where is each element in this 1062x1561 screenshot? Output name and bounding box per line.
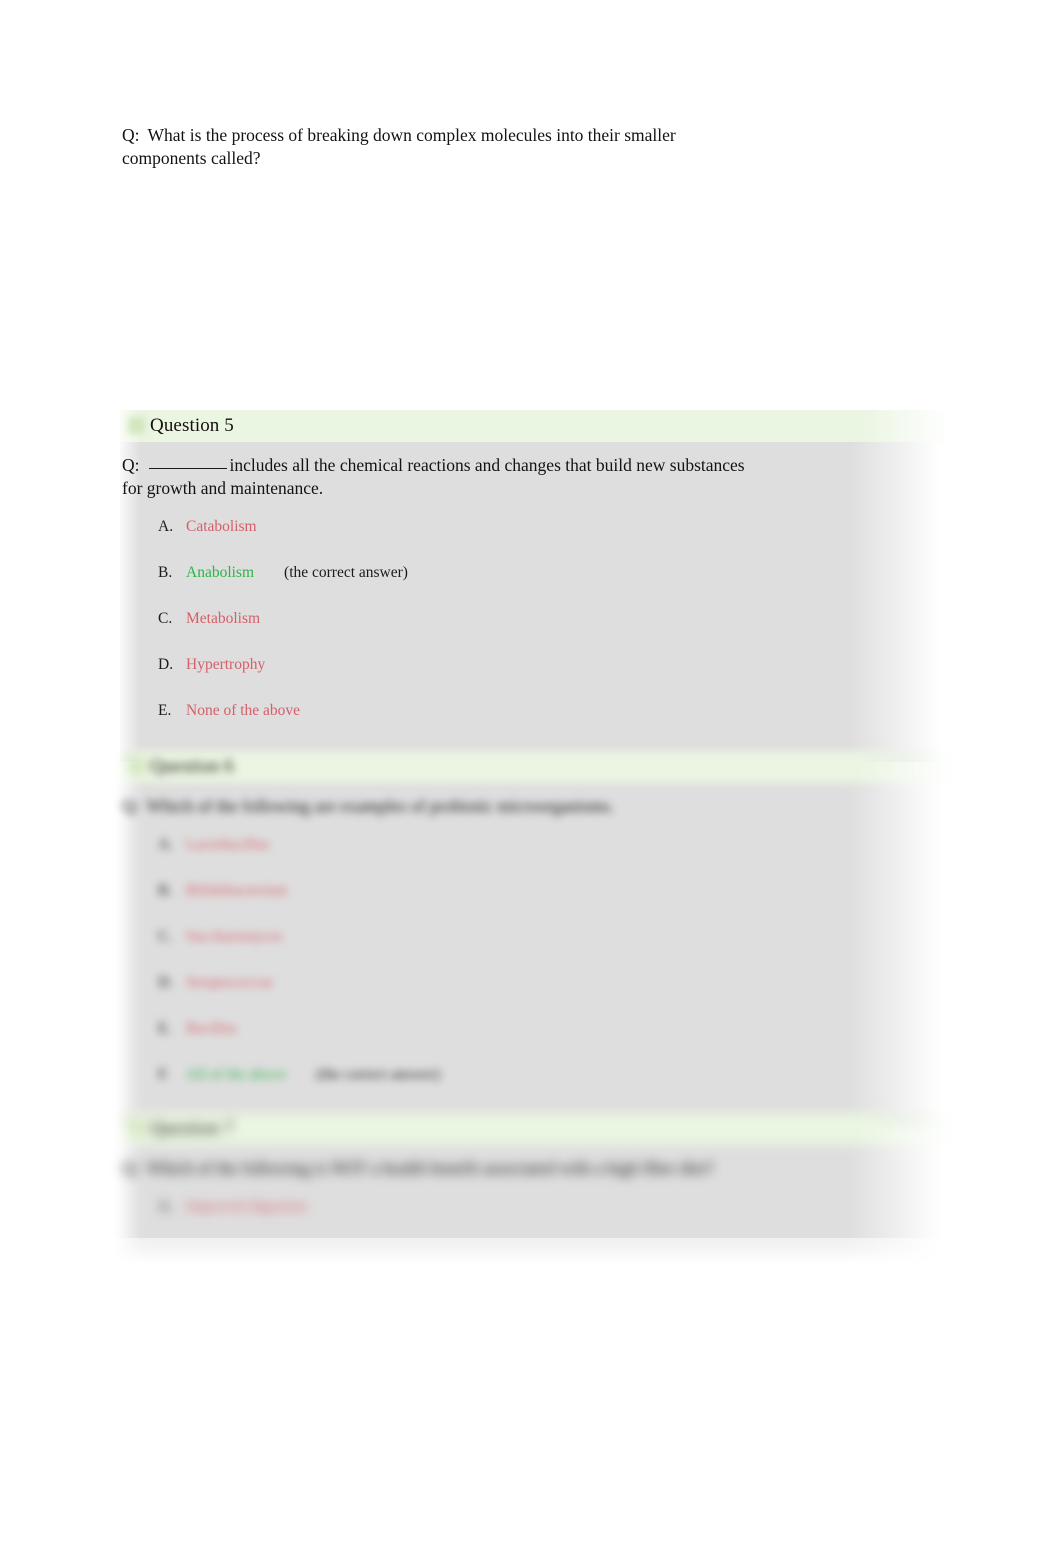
answer-option: B. Anabolism (the correct answer) (120, 564, 950, 610)
question-text: Q: includes all the chemical reactions an… (120, 442, 762, 500)
question-header: Question 5 (120, 410, 950, 442)
answer-option: D. Streptococcus (120, 974, 950, 1020)
question-text: Q: Which of the following is NOT a health… (120, 1145, 762, 1180)
answer-options: A. Lactobacillus B. Bifidobacterium C. Saccha… (120, 818, 950, 1126)
option-letter: F. (158, 1065, 170, 1083)
intro-question: Q: What is the process of breaking down c… (122, 124, 762, 170)
question-text-body: Which of the following is NOT a health b… (146, 1158, 714, 1178)
question-label: Q: (122, 455, 140, 475)
question-label: Q: (122, 125, 140, 145)
option-text-correct: All of the above (186, 1065, 287, 1083)
answer-option: E. None of the above (120, 702, 950, 748)
question-body: Q: includes all the chemical reactions an… (120, 442, 950, 762)
option-letter: D. (158, 973, 174, 991)
option-text-incorrect: Streptococcus (186, 973, 273, 991)
fill-in-blank (148, 468, 227, 469)
answer-option: C. Metabolism (120, 610, 950, 656)
option-text-incorrect: None of the above (186, 701, 301, 719)
option-letter: A. (158, 1197, 174, 1215)
question-bullet-icon (128, 758, 145, 775)
correct-answer-note: (the correct answer) (316, 1065, 441, 1083)
question-block: Question 7 Q: Which of the following is NO… (0, 1113, 1062, 1258)
option-letter: C. (158, 609, 173, 627)
intro-question-text: What is the process of breaking down com… (122, 125, 676, 169)
answer-option: A. Lactobacillus (120, 836, 950, 882)
question-title: Question 6 (150, 756, 234, 777)
question-body: Q: Which of the following is NOT a health… (120, 1145, 950, 1258)
option-text-incorrect: Catabolism (186, 517, 257, 535)
option-text-correct: Anabolism (186, 563, 255, 581)
option-letter: D. (158, 655, 174, 673)
option-text-incorrect: Improved digestion (186, 1197, 307, 1215)
option-text-incorrect: Bacillus (186, 1019, 237, 1037)
question-block: Question 6 Q: Which of the following are e… (0, 751, 1062, 1126)
answer-option: B. Bifidobacterium (120, 882, 950, 928)
question-text-body: includes all the chemical reactions and … (122, 455, 745, 498)
question-text: Q: Which of the following are examples of… (120, 783, 762, 818)
option-letter: B. (158, 563, 173, 581)
document-page: Q: What is the process of breaking down c… (0, 0, 1062, 1561)
option-letter: E. (158, 701, 172, 719)
answer-option: F. All of the above (the correct answer) (120, 1066, 950, 1112)
option-text-incorrect: Lactobacillus (186, 835, 270, 853)
question-label: Q: (122, 796, 140, 816)
answer-option: D. Hypertrophy (120, 656, 950, 702)
question-title: Question 5 (150, 415, 234, 436)
answer-option: A. Catabolism (120, 518, 950, 564)
answer-option: C. Saccharomyces (120, 928, 950, 974)
page-bottom-fade (0, 1238, 1062, 1561)
option-letter: A. (158, 835, 174, 853)
option-text-incorrect: Metabolism (186, 609, 261, 627)
question-title: Question 7 (150, 1118, 234, 1139)
question-text-body: Which of the following are examples of p… (146, 796, 615, 816)
answer-option: A. Improved digestion (120, 1198, 950, 1244)
question-header: Question 6 (120, 751, 950, 783)
answer-options: A. Catabolism B. Anabolism (the correct answ… (120, 500, 950, 762)
option-text-incorrect: Hypertrophy (186, 655, 266, 673)
option-text-incorrect: Bifidobacterium (186, 881, 288, 899)
question-body: Q: Which of the following are examples of… (120, 783, 950, 1126)
question-label: Q: (122, 1158, 140, 1178)
option-letter: A. (158, 517, 174, 535)
question-bullet-icon (128, 417, 145, 434)
question-block: Question 5 Q: includes all the chemical re… (0, 410, 1062, 762)
question-bullet-icon (128, 1120, 145, 1137)
option-letter: B. (158, 881, 173, 899)
correct-answer-note: (the correct answer) (284, 563, 408, 581)
answer-options: A. Improved digestion (120, 1180, 950, 1258)
option-letter: E. (158, 1019, 172, 1037)
option-text-incorrect: Saccharomyces (186, 927, 283, 945)
question-header: Question 7 (120, 1113, 950, 1145)
option-letter: C. (158, 927, 173, 945)
answer-option: E. Bacillus (120, 1020, 950, 1066)
